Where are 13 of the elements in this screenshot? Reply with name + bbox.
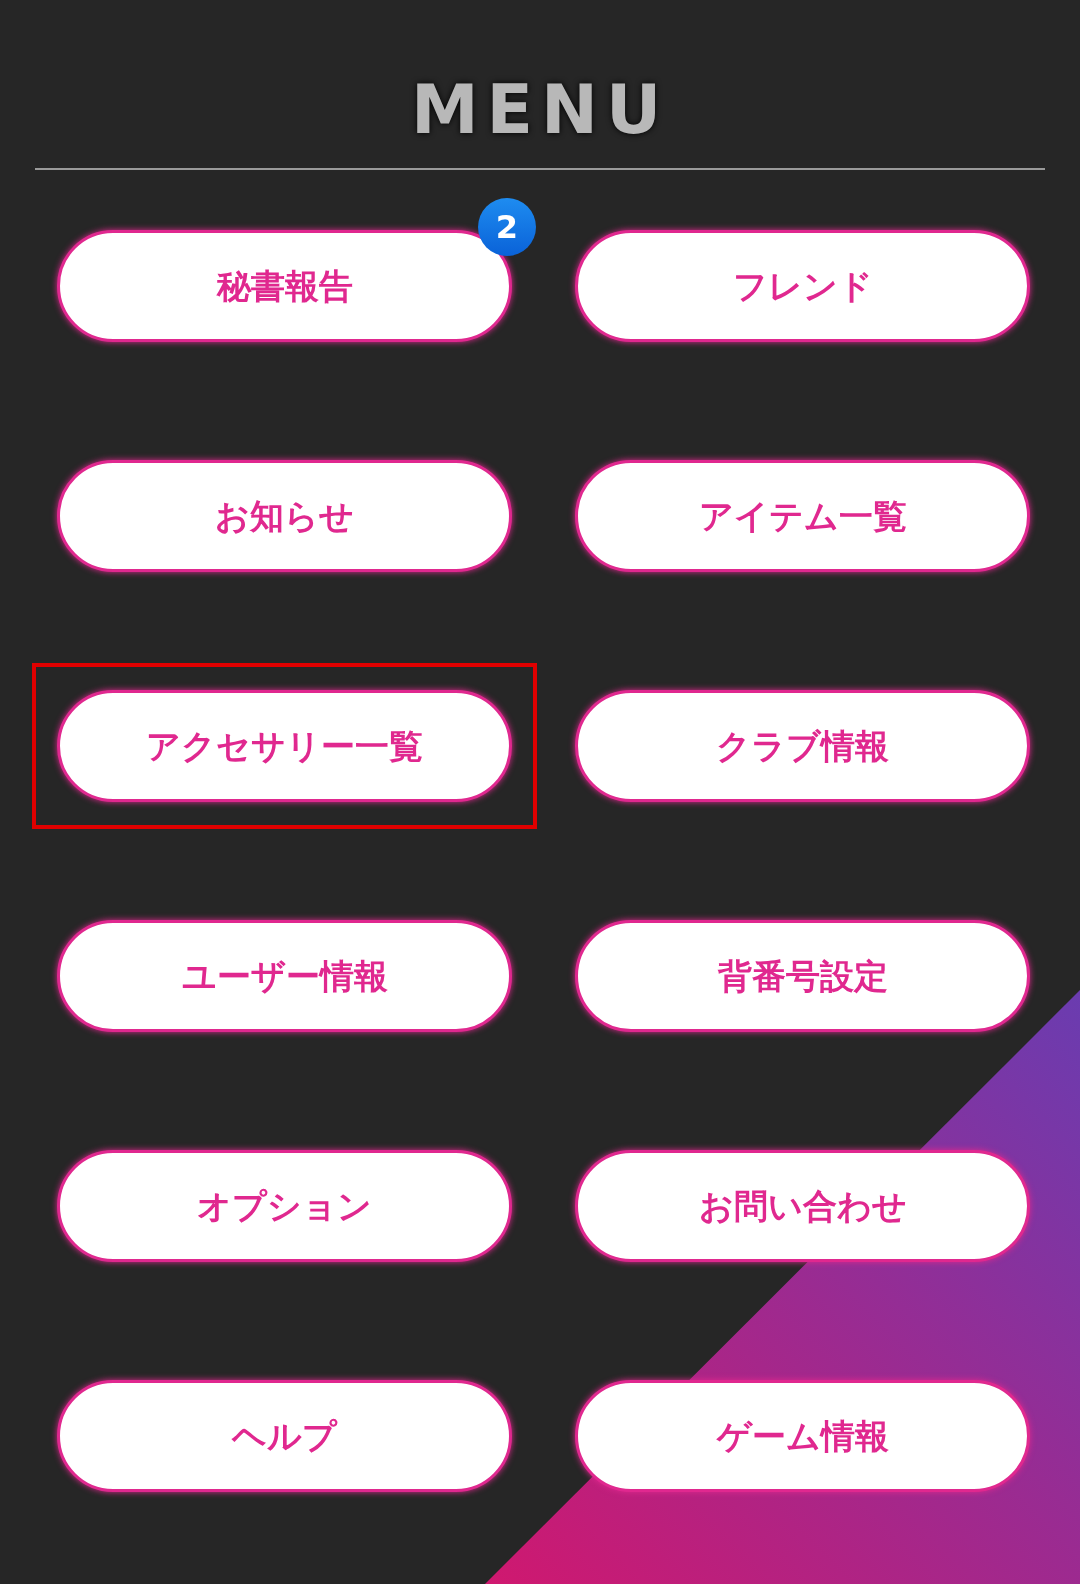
menu-button[interactable]: アクセサリー一覧: [57, 690, 512, 802]
menu-button[interactable]: アイテム一覧: [575, 460, 1030, 572]
menu-button[interactable]: 背番号設定: [575, 920, 1030, 1032]
menu-button[interactable]: ヘルプ: [57, 1380, 512, 1492]
menu-button[interactable]: フレンド: [575, 230, 1030, 342]
menu-button[interactable]: オプション: [57, 1150, 512, 1262]
menu-button[interactable]: お問い合わせ: [575, 1150, 1030, 1262]
menu-button[interactable]: ユーザー情報: [57, 920, 512, 1032]
menu-title: MENU: [410, 70, 670, 150]
notification-badge: 2: [478, 198, 536, 256]
menu-button[interactable]: ゲーム情報: [575, 1380, 1030, 1492]
menu-button[interactable]: クラブ情報: [575, 690, 1030, 802]
menu-button[interactable]: お知らせ: [57, 460, 512, 572]
